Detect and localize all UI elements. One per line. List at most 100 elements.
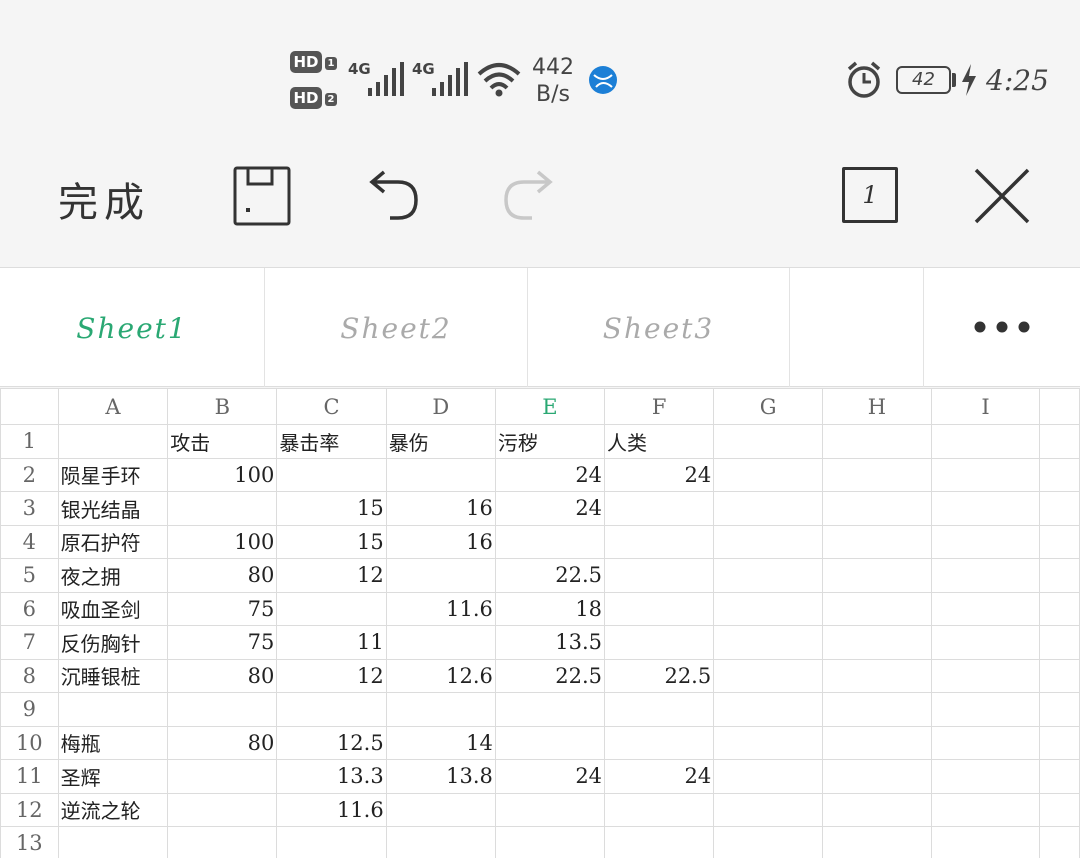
cell-g9[interactable] (713, 692, 823, 727)
cell-d9[interactable] (385, 692, 496, 727)
undo-icon[interactable] (362, 164, 426, 228)
cell-overflow[interactable] (1039, 792, 1080, 827)
cell-i3[interactable] (930, 491, 1041, 526)
cell-b5[interactable]: 80 (167, 558, 278, 593)
more-button[interactable] (924, 268, 1080, 387)
cell-e1[interactable]: 污秽 (494, 424, 606, 459)
row-header[interactable]: 1 (0, 424, 59, 459)
cell-overflow[interactable] (1039, 457, 1080, 492)
column-header-g[interactable]: G (713, 388, 823, 425)
cell-g3[interactable] (713, 491, 823, 526)
cell-g7[interactable] (713, 625, 823, 660)
column-header-b[interactable]: B (167, 388, 278, 425)
cell-g8[interactable] (713, 658, 823, 693)
cell-a9[interactable] (57, 692, 169, 727)
cell-a3[interactable]: 银光结晶 (57, 491, 169, 526)
cell-e9[interactable] (494, 692, 606, 727)
cell-g5[interactable] (713, 558, 823, 593)
cell-c8[interactable]: 12 (276, 658, 387, 693)
cell-e8[interactable]: 22.5 (494, 658, 606, 693)
cell-g4[interactable] (713, 524, 823, 559)
row-header[interactable]: 11 (0, 759, 59, 794)
row-header[interactable]: 8 (0, 658, 59, 693)
cell-b3[interactable] (167, 491, 278, 526)
cell-a7[interactable]: 反伤胸针 (57, 625, 169, 660)
cell-g11[interactable] (713, 759, 823, 794)
cell-overflow[interactable] (1039, 591, 1080, 626)
tab-sheet1[interactable]: Sheet1 (0, 268, 265, 387)
cell-a8[interactable]: 沉睡银桩 (57, 658, 169, 693)
cell-d2[interactable] (385, 457, 496, 492)
cell-b10[interactable]: 80 (167, 725, 278, 760)
cell-e6[interactable]: 18 (494, 591, 606, 626)
cell-e11[interactable]: 24 (494, 759, 606, 794)
cell-i13[interactable] (930, 826, 1041, 858)
cell-overflow[interactable] (1039, 692, 1080, 727)
cell-h11[interactable] (821, 759, 932, 794)
close-icon[interactable] (970, 164, 1034, 228)
cell-c4[interactable]: 15 (276, 524, 387, 559)
cell-e3[interactable]: 24 (494, 491, 606, 526)
cell-i1[interactable] (930, 424, 1041, 459)
cell-c9[interactable] (276, 692, 387, 727)
cell-overflow[interactable] (1039, 658, 1080, 693)
cell-d11[interactable]: 13.8 (385, 759, 496, 794)
cell-b1[interactable]: 攻击 (167, 424, 278, 459)
cell-b8[interactable]: 80 (167, 658, 278, 693)
cell-a2[interactable]: 陨星手环 (57, 457, 169, 492)
cell-overflow[interactable] (1039, 558, 1080, 593)
cell-b12[interactable] (167, 792, 278, 827)
cell-g1[interactable] (713, 424, 823, 459)
column-header-e[interactable]: E (494, 388, 606, 425)
column-header-c[interactable]: C (276, 388, 387, 425)
cell-f4[interactable] (604, 524, 715, 559)
column-header-h[interactable]: H (821, 388, 932, 425)
cell-overflow[interactable] (1039, 759, 1080, 794)
cell-g12[interactable] (713, 792, 823, 827)
cell-a5[interactable]: 夜之拥 (57, 558, 169, 593)
cell-overflow[interactable] (1039, 625, 1080, 660)
cell-g2[interactable] (713, 457, 823, 492)
cell-e13[interactable] (494, 826, 606, 858)
row-header[interactable]: 2 (0, 457, 59, 492)
row-header[interactable]: 5 (0, 558, 59, 593)
cell-a6[interactable]: 吸血圣剑 (57, 591, 169, 626)
cell-c7[interactable]: 11 (276, 625, 387, 660)
done-button[interactable]: 完成 (58, 170, 150, 228)
cell-overflow[interactable] (1039, 424, 1080, 459)
cell-b4[interactable]: 100 (167, 524, 278, 559)
row-header[interactable]: 10 (0, 725, 59, 760)
cell-h10[interactable] (821, 725, 932, 760)
cell-f1[interactable]: 人类 (604, 424, 715, 459)
cell-i2[interactable] (930, 457, 1041, 492)
cell-d13[interactable] (385, 826, 496, 858)
cell-f3[interactable] (604, 491, 715, 526)
cell-e5[interactable]: 22.5 (494, 558, 606, 593)
cell-f5[interactable] (604, 558, 715, 593)
row-header[interactable]: 3 (0, 491, 59, 526)
column-header-d[interactable]: D (385, 388, 496, 425)
column-header-overflow[interactable] (1039, 388, 1080, 425)
cell-b9[interactable] (167, 692, 278, 727)
cell-h6[interactable] (821, 591, 932, 626)
cell-a11[interactable]: 圣辉 (57, 759, 169, 794)
cell-d6[interactable]: 11.6 (385, 591, 496, 626)
cell-g13[interactable] (713, 826, 823, 858)
cell-e12[interactable] (494, 792, 606, 827)
cell-b2[interactable]: 100 (167, 457, 278, 492)
cell-i11[interactable] (930, 759, 1041, 794)
cell-b6[interactable]: 75 (167, 591, 278, 626)
cell-i6[interactable] (930, 591, 1041, 626)
cell-a12[interactable]: 逆流之轮 (57, 792, 169, 827)
cell-a1[interactable] (57, 424, 169, 459)
cell-h4[interactable] (821, 524, 932, 559)
cell-overflow[interactable] (1039, 725, 1080, 760)
cell-g10[interactable] (713, 725, 823, 760)
cell-f9[interactable] (604, 692, 715, 727)
row-header[interactable]: 13 (0, 826, 59, 858)
cell-d7[interactable] (385, 625, 496, 660)
cell-e4[interactable] (494, 524, 606, 559)
cell-d3[interactable]: 16 (385, 491, 496, 526)
cell-f12[interactable] (604, 792, 715, 827)
cell-overflow[interactable] (1039, 826, 1080, 858)
